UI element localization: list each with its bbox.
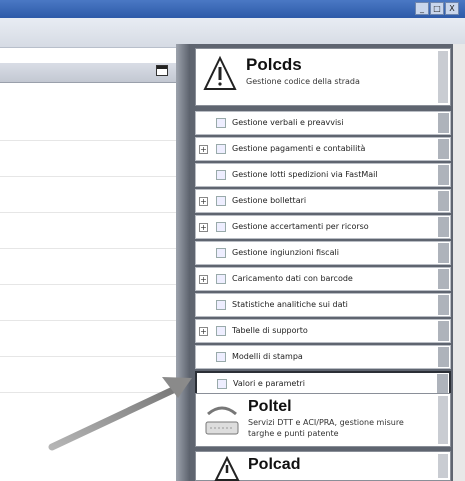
pointer-arrow-icon	[48, 377, 192, 451]
